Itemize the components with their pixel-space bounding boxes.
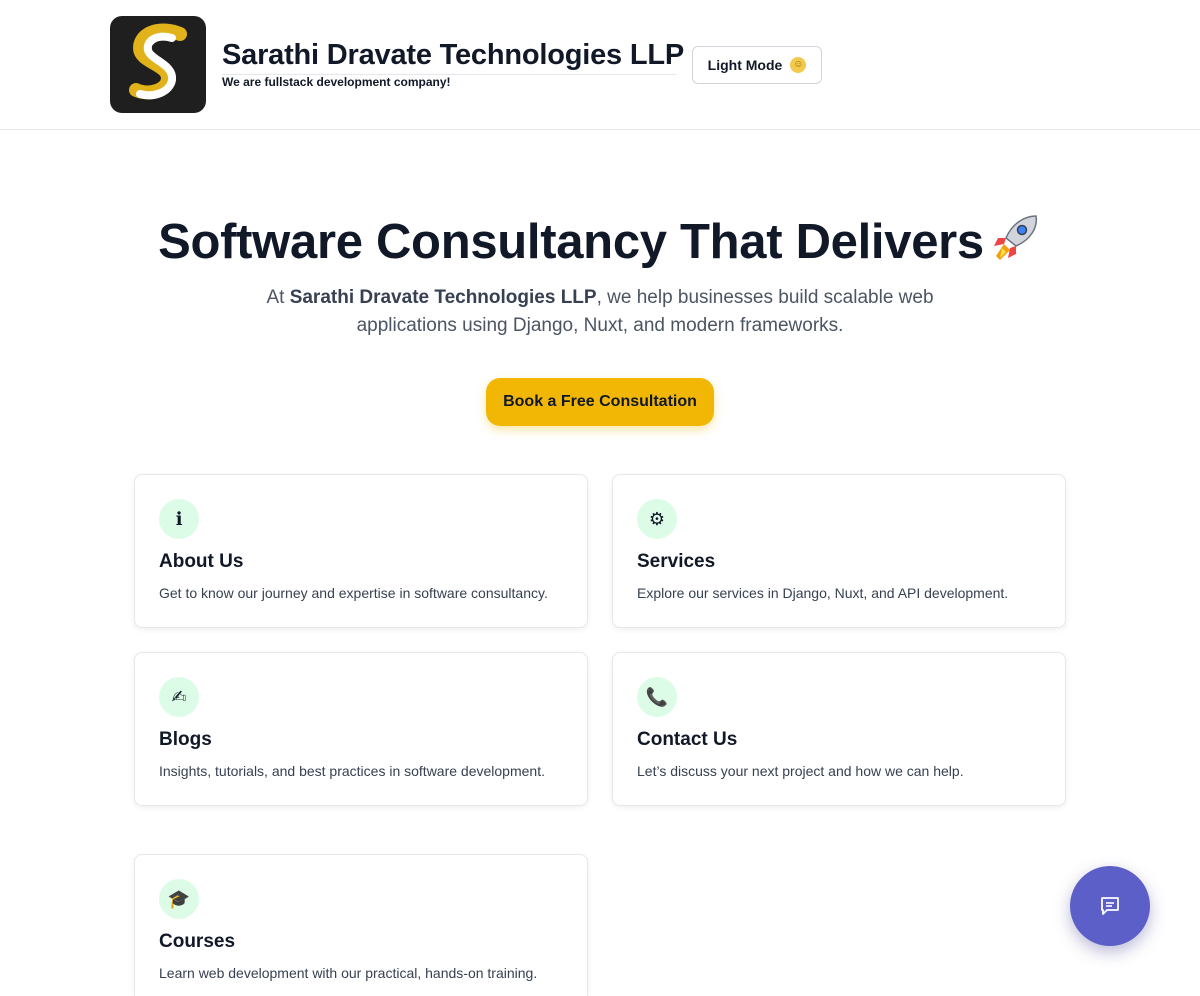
- hero-subtitle-prefix: At: [266, 287, 290, 308]
- card-contact-us[interactable]: 📞 Contact Us Let’s discuss your next pro…: [612, 652, 1066, 806]
- card-title: Courses: [159, 931, 236, 952]
- card-title: Contact Us: [637, 729, 738, 750]
- hero-title: Software Consultancy That Delivers: [0, 212, 1200, 274]
- hero-subtitle-brand: Sarathi Dravate Technologies LLP: [289, 287, 597, 308]
- book-consultation-button[interactable]: Book a Free Consultation: [486, 378, 714, 426]
- card-blogs[interactable]: ✍ Blogs Insights, tutorials, and best pr…: [134, 652, 588, 806]
- info-icon: ℹ: [159, 499, 199, 539]
- hero-subtitle: At Sarathi Dravate Technologies LLP, we …: [250, 284, 950, 340]
- rocket-icon: [990, 212, 1042, 274]
- brand-name[interactable]: Sarathi Dravate Technologies LLP: [222, 38, 684, 72]
- card-title: Blogs: [159, 729, 212, 750]
- card-description: Let’s discuss your next project and how …: [637, 763, 964, 779]
- card-description: Learn web development with our practical…: [159, 965, 538, 981]
- card-courses[interactable]: 🎓 Courses Learn web development with our…: [134, 854, 588, 996]
- hero-title-text: Software Consultancy That Delivers: [158, 215, 984, 269]
- sun-face-icon: ☺: [790, 57, 807, 73]
- card-title: About Us: [159, 551, 244, 572]
- theme-toggle-button[interactable]: Light Mode ☺: [692, 46, 822, 84]
- brand-block: Sarathi Dravate Technologies LLP: [222, 38, 684, 75]
- brand-tagline: We are fullstack development company!: [222, 75, 451, 89]
- writing-hand-icon: ✍: [159, 677, 199, 717]
- gear-icon: ⚙: [637, 499, 677, 539]
- chat-button[interactable]: [1070, 866, 1150, 946]
- logo-s-icon: [129, 23, 187, 100]
- card-description: Explore our services in Django, Nuxt, an…: [637, 585, 1009, 601]
- phone-icon: 📞: [637, 677, 677, 717]
- graduation-cap-icon: 🎓: [159, 879, 199, 919]
- card-services[interactable]: ⚙ Services Explore our services in Djang…: [612, 474, 1066, 628]
- card-description: Insights, tutorials, and best practices …: [159, 763, 545, 779]
- card-about-us[interactable]: ℹ About Us Get to know our journey and e…: [134, 474, 588, 628]
- card-description: Get to know our journey and expertise in…: [159, 585, 548, 601]
- company-logo[interactable]: [110, 16, 206, 113]
- theme-toggle-label: Light Mode: [707, 57, 783, 73]
- card-title: Services: [637, 551, 716, 572]
- site-header: Sarathi Dravate Technologies LLP We are …: [0, 0, 1200, 130]
- chat-icon: [1101, 897, 1119, 915]
